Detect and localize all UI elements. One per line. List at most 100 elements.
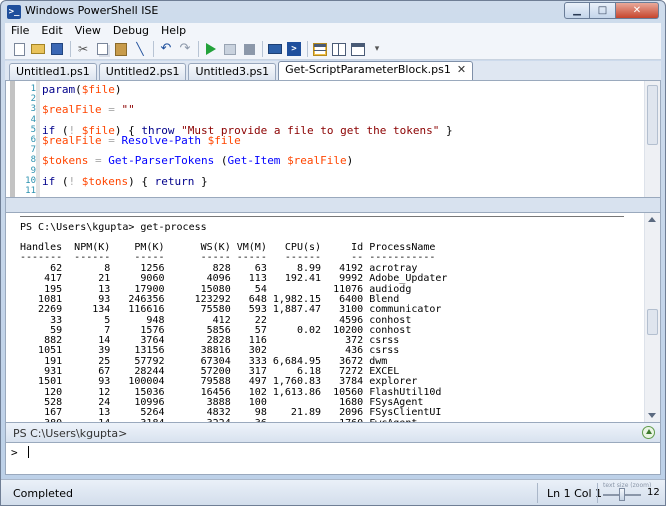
toolbar: ✂ ╲ ↶ ↷ > ▾	[5, 39, 661, 60]
output-scrollbar[interactable]	[644, 213, 660, 422]
line-number: 4	[30, 114, 36, 125]
copy-button[interactable]	[94, 41, 110, 57]
code-token: ) {	[128, 174, 155, 188]
save-button[interactable]	[49, 41, 65, 57]
powershell-icon: >_	[7, 5, 21, 19]
editor-scrollbar[interactable]	[644, 81, 660, 197]
toolbar-separator	[262, 41, 263, 57]
paste-button[interactable]	[113, 41, 129, 57]
pane-splitter[interactable]	[5, 198, 661, 212]
zoom-label: text size (zoom)	[603, 482, 652, 489]
status-text: Completed	[13, 487, 73, 500]
menu-file[interactable]: File	[5, 23, 35, 39]
paste-clipboard-icon	[115, 42, 127, 56]
title-bar[interactable]: >_ Windows PowerShell ISE ▁ □ ✕	[1, 1, 665, 23]
undo-button[interactable]: ↶	[158, 41, 174, 57]
code-token: }	[194, 174, 208, 188]
layout-top-button[interactable]	[312, 41, 328, 57]
code-token: (	[75, 83, 82, 96]
code-line: $realFile = ""	[42, 103, 135, 116]
menu-debug[interactable]: Debug	[107, 23, 155, 39]
code-token: return	[154, 174, 195, 188]
tab-label: Get-ScriptParameterBlock.ps1	[285, 63, 451, 76]
cut-button[interactable]: ✂	[75, 41, 91, 57]
line-number: 2	[30, 94, 36, 105]
chevron-down-icon: ▾	[374, 44, 380, 54]
start-powershell-button[interactable]: >	[286, 41, 302, 57]
tab-get-scriptparameterblock[interactable]: Get-ScriptParameterBlock.ps1 ✕	[278, 61, 474, 80]
new-remote-tab-button[interactable]	[267, 41, 283, 57]
line-number: 1	[30, 84, 36, 94]
run-selection-icon	[224, 43, 236, 55]
redo-button[interactable]: ↷	[177, 41, 193, 57]
run-script-button[interactable]	[203, 41, 219, 57]
tab-untitled1[interactable]: Untitled1.ps1	[9, 63, 97, 80]
scroll-down-icon[interactable]	[648, 413, 656, 418]
tab-untitled3[interactable]: Untitled3.ps1	[188, 63, 277, 80]
layout-maximized-button[interactable]	[350, 41, 366, 57]
window-title: Windows PowerShell ISE	[25, 4, 159, 17]
close-button[interactable]: ✕	[616, 2, 659, 19]
editor-scroll-thumb[interactable]	[647, 85, 658, 145]
output-scroll-thumb[interactable]	[647, 309, 658, 335]
play-icon	[206, 43, 216, 55]
code-line: param($file)	[42, 83, 122, 96]
output-pane[interactable]: PS C:\Users\kgupta> get-process Handles …	[5, 212, 661, 423]
line-number: 10	[25, 175, 36, 186]
open-folder-icon	[31, 44, 45, 54]
layout-right-icon	[332, 42, 346, 56]
code-token: }	[439, 123, 453, 137]
layout-right-button[interactable]	[331, 41, 347, 57]
script-tabs: Untitled1.ps1 Untitled2.ps1 Untitled3.ps…	[5, 61, 661, 80]
stop-icon	[243, 43, 255, 55]
toolbar-overflow-button[interactable]: ▾	[369, 41, 385, 57]
maximize-button[interactable]: □	[590, 2, 616, 19]
code-token: param	[42, 83, 76, 96]
line-number: 7	[30, 145, 36, 156]
menu-help[interactable]: Help	[155, 23, 192, 39]
line-number: 6	[30, 135, 36, 145]
menu-view[interactable]: View	[69, 23, 107, 39]
new-button[interactable]	[11, 41, 27, 57]
undo-arrow-icon: ↶	[160, 41, 172, 56]
line-number: 5	[30, 124, 36, 135]
close-icon[interactable]: ✕	[457, 63, 466, 76]
tab-untitled2[interactable]: Untitled2.ps1	[98, 63, 187, 80]
save-disk-icon	[51, 43, 63, 55]
code-token: Resolve-Path	[121, 134, 201, 147]
powershell-icon: >	[287, 42, 301, 56]
command-input-pane[interactable]: >	[5, 443, 661, 475]
status-separator	[537, 483, 538, 503]
code-token: Get-ParserTokens	[108, 154, 215, 168]
tab-label: Untitled3.ps1	[195, 65, 270, 78]
layout-maximized-icon	[351, 42, 365, 56]
scroll-up-icon[interactable]	[648, 217, 656, 222]
zoom-value: 12	[647, 487, 660, 498]
output-prompt-line: PS C:\Users\kgupta> get-process	[20, 222, 207, 233]
minimize-button[interactable]: ▁	[564, 2, 590, 19]
menu-edit[interactable]: Edit	[35, 23, 68, 39]
code-token: ""	[121, 103, 135, 117]
run-selection-button[interactable]	[222, 41, 238, 57]
tab-label: Untitled2.ps1	[105, 65, 180, 78]
stop-button[interactable]	[241, 41, 257, 57]
arrow-up-icon	[646, 429, 652, 434]
code-line: $realFile = Resolve-Path $file	[42, 134, 241, 147]
code-token: $realFile	[42, 103, 102, 117]
code-token: )	[114, 83, 122, 96]
toolbar-separator	[70, 41, 71, 57]
script-editor[interactable]: 1 param($file) 2 3 $realFile = "" 4 5 if (! $fi…	[5, 80, 661, 198]
collapse-command-pane-button[interactable]	[642, 426, 655, 439]
zoom-slider-thumb[interactable]	[619, 488, 625, 501]
cursor-position: Ln 1 Col 1	[547, 487, 603, 500]
open-button[interactable]	[30, 41, 46, 57]
redo-arrow-icon: ↷	[179, 41, 191, 56]
code-token: (	[214, 154, 228, 168]
powershell-ise-window: >_ Windows PowerShell ISE ▁ □ ✕ File Edi…	[0, 0, 666, 506]
clear-output-button[interactable]: ╲	[132, 41, 148, 57]
toolbar-separator	[153, 41, 154, 57]
code-token: if	[42, 174, 56, 188]
